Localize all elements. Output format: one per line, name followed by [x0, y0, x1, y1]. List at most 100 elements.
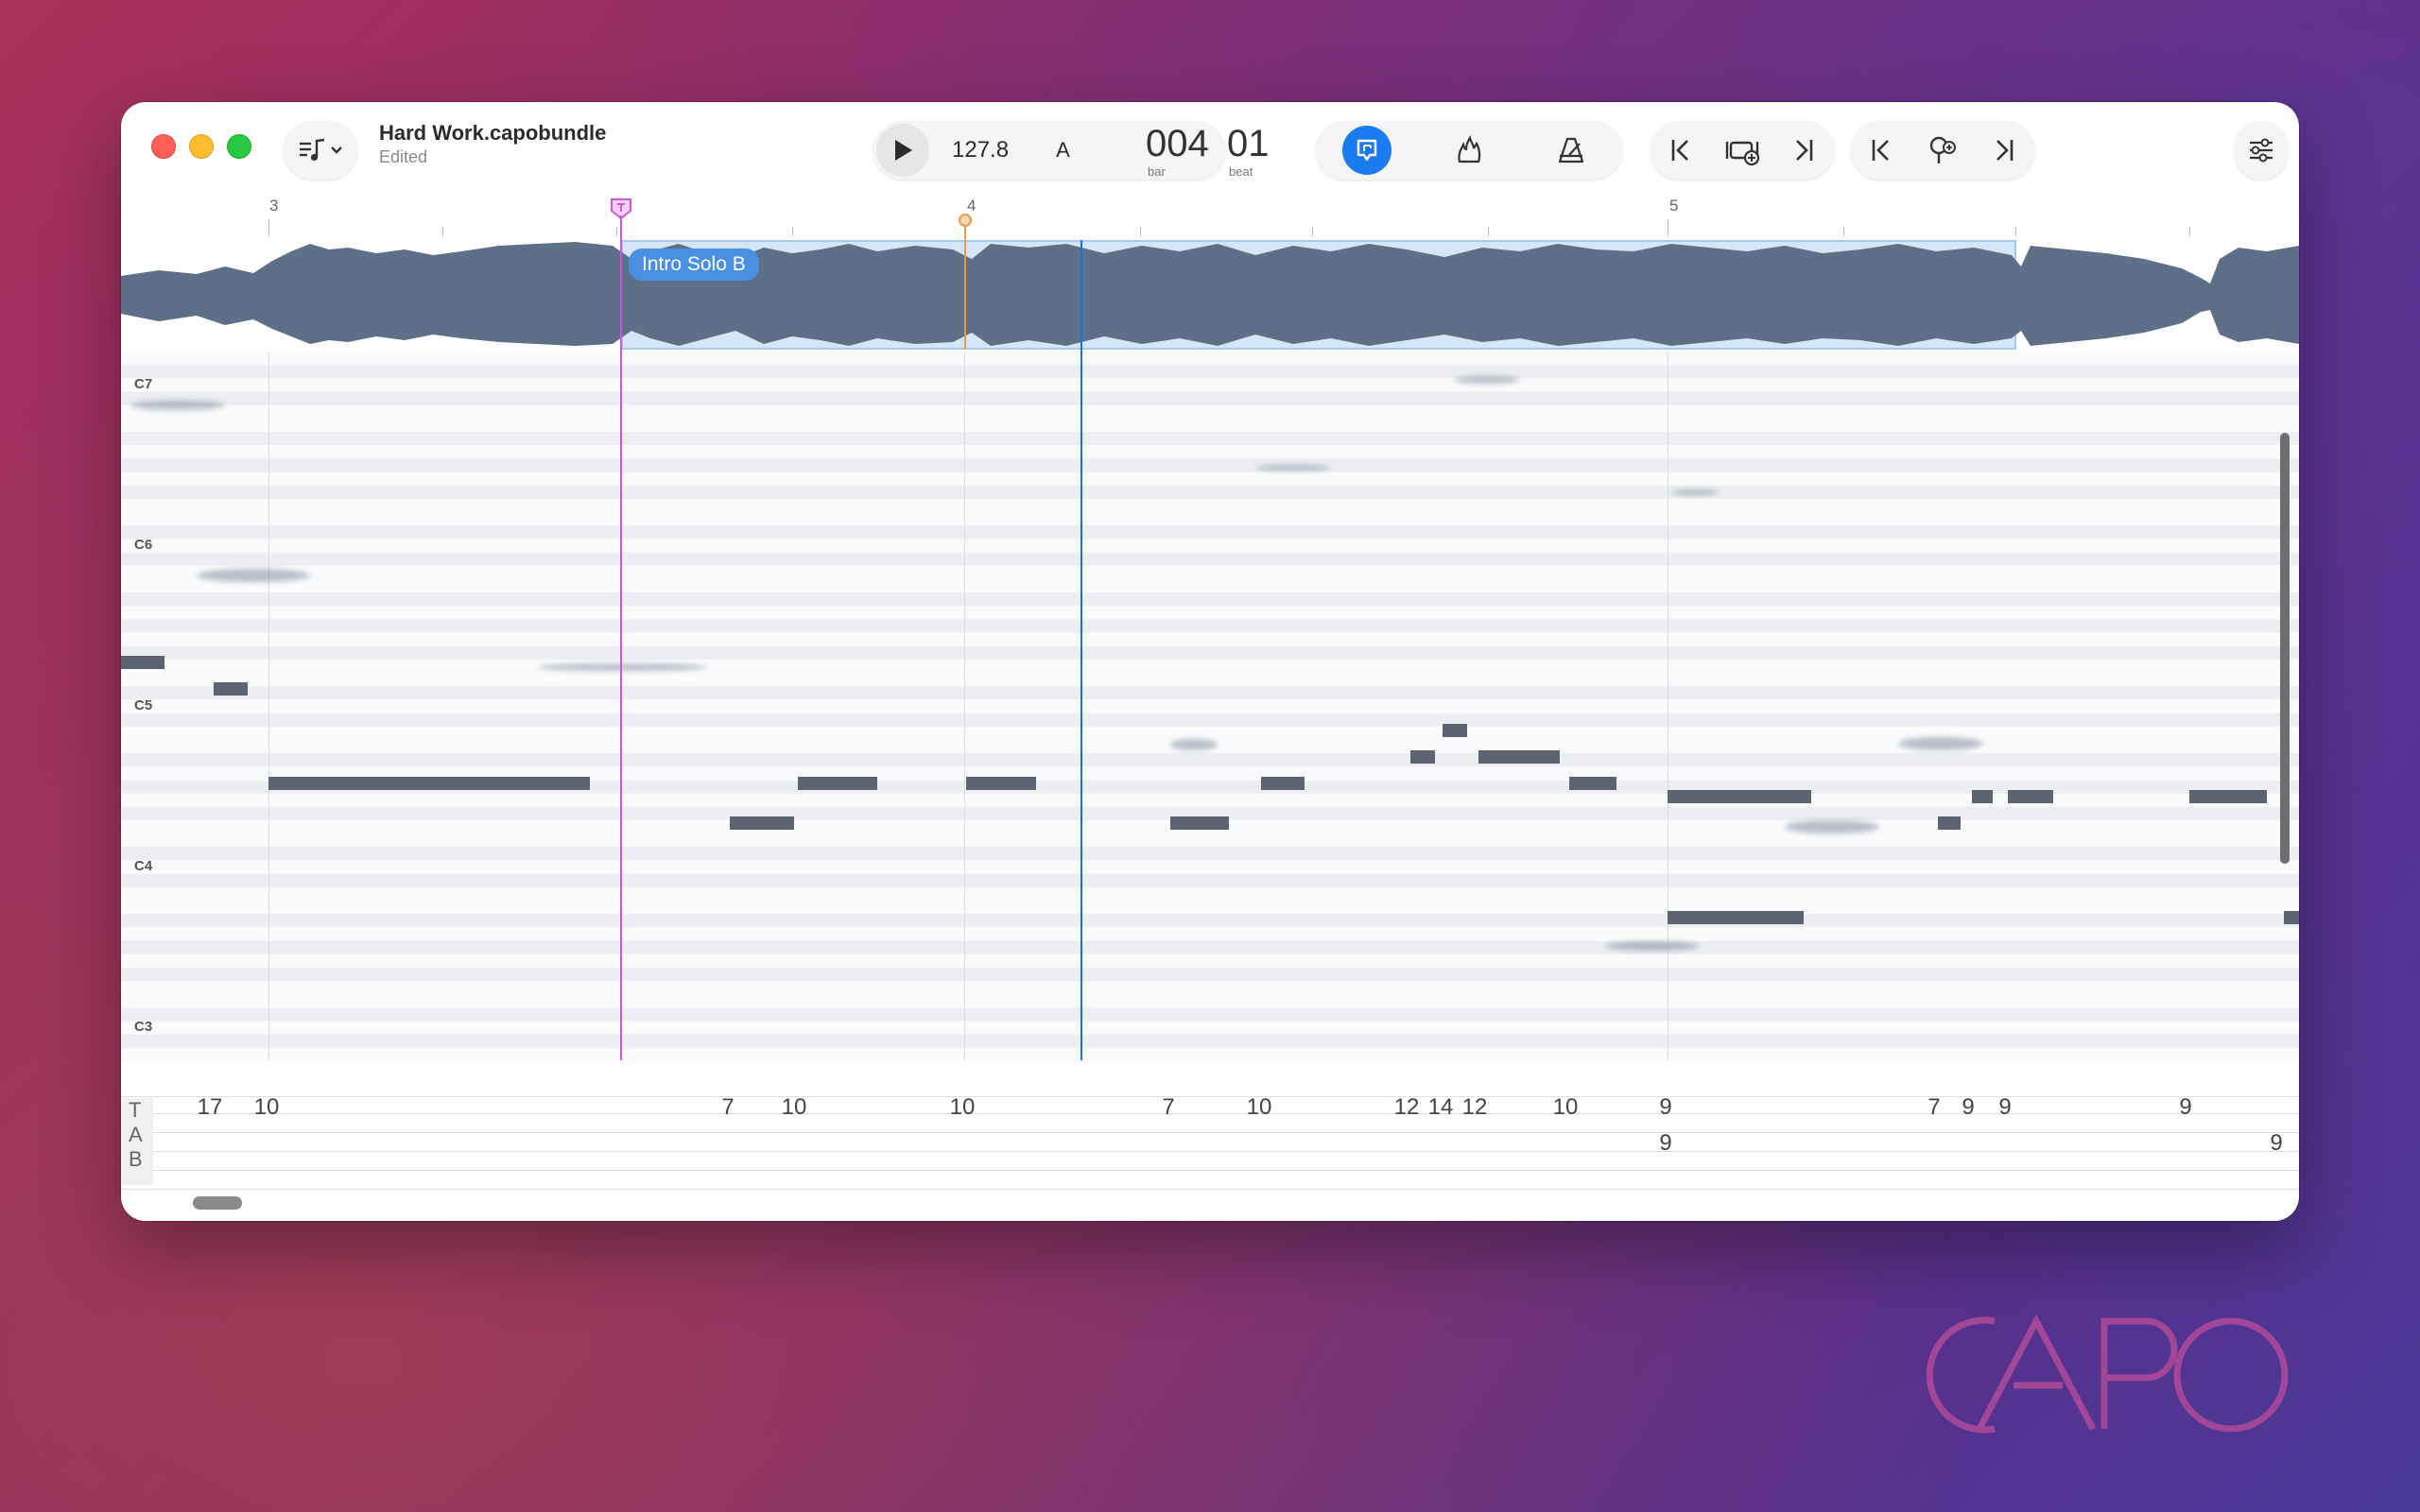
note[interactable] — [268, 777, 590, 790]
note[interactable] — [2008, 790, 2053, 803]
tab-string — [121, 1170, 2299, 1171]
note[interactable] — [1443, 724, 1467, 737]
spectral-trace — [1671, 490, 1719, 495]
tab-fret[interactable]: 9 — [2270, 1130, 2282, 1157]
play-button[interactable] — [876, 124, 929, 177]
tab-fret[interactable]: 10 — [1247, 1094, 1272, 1121]
note[interactable] — [1569, 777, 1616, 790]
region-label[interactable]: Intro Solo B — [629, 249, 759, 281]
piano-roll[interactable]: C7 C6 C5 C4 C3 — [121, 352, 2299, 1060]
note[interactable] — [1261, 777, 1305, 790]
note[interactable] — [1410, 750, 1435, 764]
ruler-tick — [2189, 227, 2190, 236]
vertical-scrollbar[interactable] — [2280, 433, 2290, 864]
bar-line — [268, 352, 269, 1060]
marker-navigation — [1851, 121, 2034, 180]
note[interactable] — [1938, 816, 1961, 830]
zoom-window-button[interactable] — [227, 134, 251, 159]
key-mode-button[interactable]: A — [1056, 138, 1070, 163]
tab-fret[interactable]: 7 — [1927, 1094, 1940, 1121]
spectral-trace — [1170, 739, 1218, 750]
previous-marker-icon — [1873, 140, 1890, 161]
ruler-tick — [2015, 227, 2016, 236]
note[interactable] — [121, 656, 164, 669]
tab-fret[interactable]: 10 — [782, 1094, 807, 1121]
tab-fret[interactable]: 10 — [1553, 1094, 1579, 1121]
tablature[interactable]: T A B 17 10 7 10 10 7 10 12 14 12 10 9 7… — [121, 1060, 2299, 1221]
note-tracking-icon — [1357, 139, 1377, 162]
tab-fret[interactable]: 7 — [721, 1094, 734, 1121]
piano-roll-rows — [121, 352, 2299, 1060]
pitch-row — [121, 619, 2299, 633]
tab-string — [121, 1151, 2299, 1152]
playhead[interactable] — [1080, 240, 1082, 1060]
tab-fret[interactable]: 9 — [2179, 1094, 2191, 1121]
tab-fret[interactable]: 12 — [1394, 1094, 1420, 1121]
pitch-row — [121, 352, 2299, 366]
tab-fret[interactable]: 9 — [1962, 1094, 1974, 1121]
marker-tag-icon — [1929, 136, 1956, 163]
tab-fret[interactable]: 10 — [254, 1094, 280, 1121]
note[interactable] — [798, 777, 877, 790]
document-title: Hard Work.capobundle — [379, 121, 607, 145]
metronome-button[interactable] — [1547, 124, 1596, 177]
play-icon — [895, 140, 912, 161]
tab-fret[interactable]: 9 — [1659, 1130, 1671, 1157]
pitch-row — [121, 525, 2299, 540]
pitch-row — [121, 1047, 2299, 1060]
song-menu-button[interactable] — [284, 121, 357, 180]
tab-label-t: T — [129, 1098, 142, 1122]
note[interactable] — [1478, 750, 1560, 764]
pitch-row — [121, 391, 2299, 405]
ruler-tick — [268, 219, 269, 236]
note[interactable] — [966, 777, 1036, 790]
next-marker-icon — [1996, 140, 2013, 161]
pitch-row — [121, 552, 2299, 566]
ruler-tick — [1488, 227, 1489, 236]
note[interactable] — [2284, 911, 2299, 924]
pitch-row — [121, 713, 2299, 727]
horizontal-scrollbar[interactable] — [193, 1196, 242, 1210]
tab-fret[interactable]: 14 — [1428, 1094, 1454, 1121]
note[interactable] — [1972, 790, 1993, 803]
add-marker-button[interactable] — [1719, 124, 1766, 177]
close-window-button[interactable] — [151, 134, 176, 159]
note[interactable] — [2189, 790, 2267, 803]
jump-start-button[interactable] — [1657, 124, 1704, 177]
loop-start-line[interactable] — [620, 215, 622, 1060]
pitch-row — [121, 498, 2299, 513]
tab-fret[interactable]: 10 — [950, 1094, 976, 1121]
pitch-row — [121, 632, 2299, 646]
pitch-row — [121, 418, 2299, 433]
tab-fret[interactable]: 9 — [1659, 1094, 1671, 1121]
marker-tag-button[interactable] — [1919, 124, 1966, 177]
previous-marker-button[interactable] — [1858, 124, 1905, 177]
note[interactable] — [1668, 911, 1804, 924]
tempo-value[interactable]: 127.8 — [952, 137, 1009, 163]
note[interactable] — [730, 816, 794, 830]
pitch-label-c5: C5 — [134, 697, 153, 713]
tab-fret[interactable]: 17 — [198, 1094, 223, 1121]
spectral-trace — [130, 401, 225, 410]
fire-button[interactable] — [1444, 124, 1494, 177]
tab-string — [121, 1132, 2299, 1133]
waveform-overview[interactable] — [121, 240, 2299, 350]
ruler-bar-3: 3 — [269, 197, 279, 215]
pitch-row — [121, 645, 2299, 660]
settings-button[interactable] — [2235, 121, 2288, 180]
tab-fret[interactable]: 9 — [1998, 1094, 2011, 1121]
pitch-row — [121, 606, 2299, 620]
pitch-row — [121, 980, 2299, 995]
tab-fret[interactable]: 7 — [1162, 1094, 1174, 1121]
next-marker-button[interactable] — [1980, 124, 2028, 177]
note-tracking-button[interactable] — [1342, 126, 1392, 175]
minimize-window-button[interactable] — [189, 134, 214, 159]
jump-start-icon — [1672, 140, 1689, 161]
note[interactable] — [1170, 816, 1229, 830]
tab-fret[interactable]: 12 — [1462, 1094, 1488, 1121]
note[interactable] — [214, 682, 248, 696]
pitch-row — [121, 954, 2299, 968]
pitch-label-c4: C4 — [134, 858, 153, 874]
note[interactable] — [1668, 790, 1811, 803]
jump-end-button[interactable] — [1780, 124, 1827, 177]
